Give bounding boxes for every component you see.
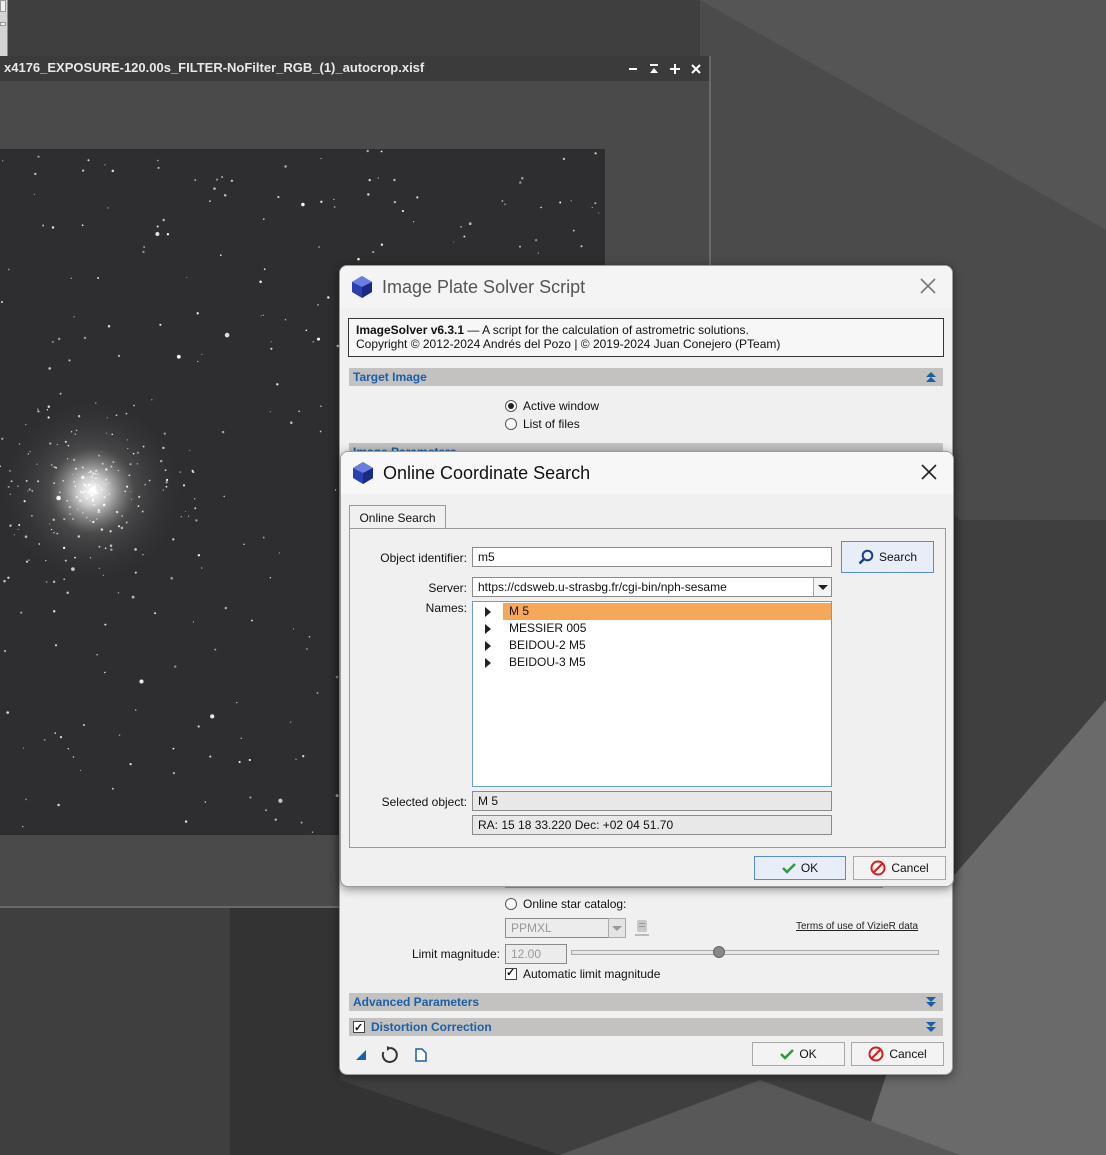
search-button[interactable]: Search (841, 541, 934, 573)
app-logo-icon (352, 276, 372, 298)
catalog-server-icon[interactable] (634, 919, 650, 937)
target-image-label: Target Image (353, 370, 427, 384)
ok-button-label: OK (799, 1047, 817, 1061)
tree-item[interactable]: MESSIER 005 (473, 620, 831, 637)
tree-item[interactable]: BEIDOU-2 M5 (473, 637, 831, 654)
check-icon (780, 1049, 795, 1060)
script-info-box: ImageSolver v6.3.1 — A script for the ca… (348, 318, 944, 357)
cancel-button[interactable]: Cancel (851, 1042, 944, 1066)
limit-magnitude-label: Limit magnitude: (411, 947, 500, 961)
coordinate-search-dialog: Online Coordinate Search Online Search O… (340, 451, 954, 887)
cancel-icon (870, 860, 886, 876)
app-logo-icon (353, 462, 373, 484)
selected-object-label: Selected object: (381, 795, 467, 809)
coordinate-search-titlebar[interactable]: Online Coordinate Search (341, 452, 953, 494)
maximize-icon[interactable] (668, 62, 682, 76)
check-icon (781, 863, 796, 874)
limit-magnitude-input[interactable]: 12.00 (505, 944, 567, 964)
selected-object-field: M 5 (472, 791, 832, 811)
chevron-down-icon (612, 926, 622, 931)
server-value: https://cdsweb.u-strasbg.fr/cgi-bin/nph-… (478, 580, 727, 594)
expand-icon[interactable] (925, 1021, 937, 1033)
close-icon[interactable] (919, 462, 939, 482)
cancel-button[interactable]: Cancel (853, 856, 946, 880)
slider-handle[interactable] (713, 946, 726, 958)
chevron-down-icon (818, 585, 828, 590)
online-star-catalog-radio[interactable]: Online star catalog: (505, 897, 626, 911)
new-instance-icon[interactable] (354, 1048, 368, 1062)
close-icon[interactable] (918, 276, 938, 296)
object-identifier-input[interactable]: m5 (472, 547, 832, 567)
search-icon (858, 549, 874, 565)
list-of-files-radio[interactable]: List of files (505, 417, 580, 431)
selected-object-value: M 5 (478, 794, 499, 808)
catalog-select[interactable]: PPMXL (505, 918, 610, 938)
limit-magnitude-value: 12.00 (511, 947, 542, 961)
tree-item-label: M 5 (503, 603, 831, 620)
active-window-label: Active window (523, 399, 600, 413)
script-name: ImageSolver v6.3.1 (356, 323, 465, 337)
catalog-dropdown-button[interactable] (608, 918, 626, 938)
object-identifier-value: m5 (478, 550, 495, 564)
tree-item[interactable]: M 5 (473, 603, 831, 620)
shade-icon[interactable] (647, 62, 661, 76)
catalog-select-value: PPMXL (511, 921, 552, 935)
image-window-titlebar[interactable]: x4176_EXPOSURE-120.00s_FILTER-NoFilter_R… (0, 56, 709, 81)
list-of-files-label: List of files (523, 417, 580, 431)
distortion-correction-label: Distortion Correction (371, 1020, 492, 1034)
automatic-limit-label: Automatic limit magnitude (523, 967, 661, 981)
names-label: Names: (425, 601, 467, 615)
tree-item[interactable]: BEIDOU-3 M5 (473, 654, 831, 671)
expand-arrow-icon[interactable] (485, 624, 491, 634)
documentation-icon[interactable] (414, 1048, 428, 1062)
ok-button[interactable]: OK (754, 856, 846, 880)
cancel-icon (868, 1046, 884, 1062)
advanced-parameters-label: Advanced Parameters (353, 995, 480, 1009)
automatic-limit-checkbox[interactable]: Automatic limit magnitude (505, 966, 661, 981)
coordinate-search-title: Online Coordinate Search (383, 462, 591, 483)
ok-button[interactable]: OK (752, 1042, 845, 1066)
reset-icon[interactable] (380, 1045, 400, 1065)
vizier-terms-link[interactable]: Terms of use of VizieR data (796, 921, 918, 932)
online-star-catalog-label: Online star catalog: (523, 897, 627, 911)
expand-icon[interactable] (925, 996, 937, 1008)
minimize-icon[interactable] (626, 62, 640, 76)
cancel-button-label: Cancel (891, 861, 929, 875)
tab-panel: Object identifier: m5 Search Server: htt… (349, 528, 946, 848)
target-image-section[interactable]: Target Image (349, 368, 943, 386)
tree-item-label: MESSIER 005 (509, 621, 587, 635)
expand-arrow-icon[interactable] (485, 641, 491, 651)
tree-item-label: BEIDOU-3 M5 (509, 655, 586, 669)
coordinates-field: RA: 15 18 33.220 Dec: +02 04 51.70 (472, 815, 832, 835)
plate-solver-titlebar[interactable]: Image Plate Solver Script (340, 266, 952, 308)
search-button-label: Search (878, 550, 918, 564)
collapse-icon[interactable] (925, 371, 937, 383)
names-tree[interactable]: M 5 MESSIER 005 BEIDOU-2 M5 BEIDOU-3 M5 (472, 601, 832, 787)
coordinates-value: RA: 15 18 33.220 Dec: +02 04 51.70 (478, 818, 674, 832)
image-window-title: x4176_EXPOSURE-120.00s_FILTER-NoFilter_R… (4, 60, 425, 75)
limit-magnitude-slider[interactable] (571, 946, 939, 958)
ok-button-label: OK (800, 861, 819, 875)
server-label: Server: (428, 581, 467, 595)
expand-arrow-icon[interactable] (485, 607, 491, 617)
object-identifier-label: Object identifier: (380, 551, 467, 565)
expand-arrow-icon[interactable] (485, 658, 491, 668)
plate-solver-title: Image Plate Solver Script (382, 276, 586, 297)
distortion-correction-checkbox[interactable] (353, 1019, 365, 1037)
advanced-parameters-section[interactable]: Advanced Parameters (349, 993, 943, 1011)
distortion-correction-section[interactable]: Distortion Correction (349, 1018, 943, 1037)
tab-online-search[interactable]: Online Search (349, 505, 446, 529)
script-copyright: Copyright © 2012-2024 Andrés del Pozo | … (356, 337, 781, 351)
active-window-radio[interactable]: Active window (505, 399, 599, 413)
cancel-button-label: Cancel (889, 1047, 927, 1061)
server-dropdown-button[interactable] (813, 578, 831, 596)
script-description: — A script for the calculation of astrom… (464, 323, 749, 337)
close-icon[interactable] (689, 62, 703, 76)
tree-item-label: BEIDOU-2 M5 (509, 638, 586, 652)
server-select[interactable]: https://cdsweb.u-strasbg.fr/cgi-bin/nph-… (472, 577, 832, 597)
